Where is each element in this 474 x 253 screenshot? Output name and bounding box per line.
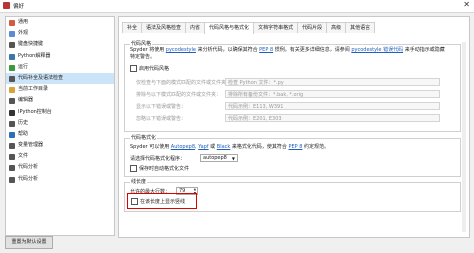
- line-length-title: 线长度: [130, 178, 148, 185]
- sidebar-item-label: 帮助: [18, 130, 29, 137]
- sidebar-item-label: IPython控制台: [18, 108, 52, 115]
- sidebar-item-label: 运行: [18, 63, 29, 70]
- tab[interactable]: 文档字符串格式: [253, 22, 299, 33]
- sidebar-item[interactable]: 运行: [6, 62, 114, 73]
- code-style-row-label: 忽略以下错误或警告：: [136, 116, 187, 122]
- sidebar-item-label: 编辑器: [18, 97, 34, 104]
- sidebar-item-label: 历史: [18, 119, 29, 126]
- sidebar-item-icon: [9, 87, 15, 94]
- formatter-select[interactable]: autopep8 ▼: [200, 154, 238, 162]
- tab[interactable]: 高级: [326, 22, 347, 33]
- black-link[interactable]: Black: [217, 144, 231, 150]
- sidebar-item-icon: [9, 176, 15, 183]
- sidebar-item-label: 键盘快捷键: [18, 41, 44, 48]
- exclude-patterns-input[interactable]: 排除所有备份文件：*.bak, *.orig: [225, 90, 440, 98]
- sidebar-item[interactable]: 键盘快捷键: [6, 39, 114, 50]
- sidebar-item[interactable]: IPython控制台: [6, 107, 114, 118]
- chevron-down-icon: ▼: [231, 156, 235, 161]
- code-style-title: 代码风格: [130, 40, 153, 47]
- sidebar-item[interactable]: 代码分析: [6, 162, 114, 173]
- highlight-box: [127, 193, 197, 209]
- sidebar-item-label: Python解释器: [18, 52, 51, 59]
- sidebar-item-icon: [9, 53, 15, 60]
- title-bar: 偏好 ✕: [0, 0, 474, 13]
- sidebar-item-icon: [9, 131, 15, 138]
- preferences-sidebar: 通用外观键盘快捷键 Python解释器 运行代码补全及语法检查 当前工作目录 编辑器 IP…: [5, 16, 115, 236]
- sidebar-item[interactable]: 通用: [6, 17, 114, 28]
- pycodestyle-link[interactable]: pycodestyle: [166, 47, 196, 53]
- spyder-logo-icon: [3, 2, 10, 9]
- sidebar-item-icon: [9, 20, 15, 26]
- tab[interactable]: 内省: [185, 22, 206, 33]
- sidebar-item-icon: [9, 109, 15, 116]
- code-style-row-label: 仅检查与下面的模式匹配的文件或文件夹：: [136, 80, 232, 86]
- enable-code-style-label: 启用代码风格: [139, 66, 170, 72]
- sidebar-item-icon: [9, 143, 15, 150]
- code-formatting-description: Spyder 可以使用 Autopep8, Yapf 或 Black 来格式化代…: [130, 144, 330, 150]
- sidebar-item-label: 代码补全及语法检查: [18, 74, 64, 81]
- sidebar-item-label: 通用: [18, 19, 29, 25]
- tab[interactable]: 语法及风格检查: [141, 22, 187, 33]
- sidebar-item-icon: [9, 98, 15, 105]
- sidebar-item-icon: [9, 120, 15, 127]
- sidebar-item[interactable]: 编辑器: [6, 95, 114, 106]
- sidebar-item-label: 外观: [18, 30, 29, 37]
- sidebar-item[interactable]: 文件: [6, 151, 114, 162]
- autopep8-link[interactable]: Autopep8: [171, 144, 195, 150]
- sidebar-item-icon: [9, 75, 15, 82]
- sidebar-item[interactable]: 代码补全及语法检查: [6, 72, 114, 85]
- sidebar-item[interactable]: 当前工作目录: [6, 84, 114, 95]
- sidebar-item-label: 当前工作目录: [18, 86, 49, 93]
- tab-bar: 补全 语法及风格检查 内省 代码风格与格式化 文档字符串格式 代码片段 高级 其他语言: [122, 22, 376, 34]
- sidebar-item[interactable]: 代码分析: [6, 174, 114, 185]
- sidebar-item-icon: [9, 154, 15, 161]
- show-errors-input[interactable]: 代码示例：E113, W391: [225, 102, 440, 110]
- pycodestyle-errors-link[interactable]: pycodestyle 错误代码: [351, 47, 403, 53]
- tab[interactable]: 其他语言: [345, 22, 376, 33]
- sidebar-item-icon: [9, 42, 15, 49]
- window-title: 偏好: [13, 4, 25, 10]
- include-patterns-input[interactable]: 检查 Python 文件：*.py: [225, 78, 440, 86]
- autoformat-on-save-checkbox[interactable]: [130, 165, 137, 172]
- autoformat-on-save-label: 保存时自动格式化文件: [139, 166, 190, 172]
- yapf-link[interactable]: Yapf: [198, 144, 208, 150]
- enable-code-style-checkbox[interactable]: [130, 65, 137, 72]
- code-style-row-label: 排除与以下模式匹配的文件或文件夹：: [136, 92, 222, 98]
- sidebar-item[interactable]: 变量管理器: [6, 140, 114, 151]
- formatter-select-label: 请选择代码格式化程序：: [130, 156, 186, 162]
- tab[interactable]: 补全: [122, 22, 143, 33]
- tab[interactable]: 代码片段: [297, 22, 328, 33]
- sidebar-item-icon: [9, 31, 15, 38]
- pep8-link[interactable]: PEP 8: [288, 144, 302, 150]
- sidebar-item-label: 代码分析: [18, 164, 39, 171]
- reset-defaults-button[interactable]: 重置为默认设置: [5, 236, 53, 249]
- panel-scrollbar[interactable]: [462, 42, 466, 232]
- sidebar-item-icon: [9, 64, 15, 71]
- sidebar-item[interactable]: 帮助: [6, 129, 114, 140]
- sidebar-item-label: 文件: [18, 153, 29, 160]
- ignore-errors-input[interactable]: 代码示例：E201, E303: [225, 114, 440, 122]
- tab[interactable]: 代码风格与格式化: [204, 22, 255, 34]
- code-formatting-title: 代码格式化: [130, 134, 158, 141]
- sidebar-item-label: 代码分析: [18, 175, 39, 182]
- sidebar-item[interactable]: 外观: [6, 28, 114, 39]
- sidebar-item[interactable]: Python解释器: [6, 51, 114, 62]
- code-style-row-label: 显示以下错误或警告：: [136, 104, 187, 110]
- sidebar-item-icon: [9, 165, 15, 172]
- sidebar-item[interactable]: 历史: [6, 118, 114, 129]
- pep8-link[interactable]: PEP 8: [259, 47, 273, 53]
- close-icon[interactable]: ✕: [463, 0, 470, 9]
- code-style-description: Spyder 将使用 pycodestyle 来分析代码，以确保其符合 PEP …: [130, 47, 445, 60]
- sidebar-item-label: 变量管理器: [18, 142, 44, 149]
